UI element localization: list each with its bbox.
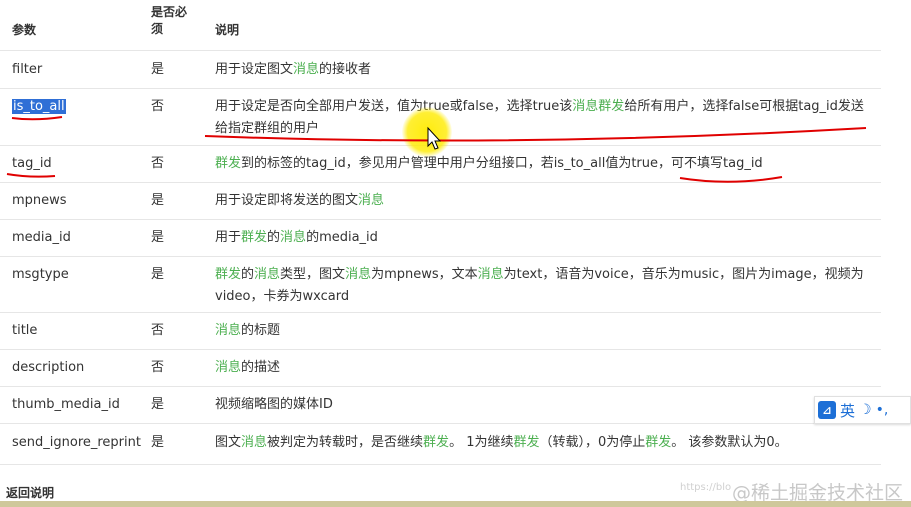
moon-icon[interactable]: ☽ xyxy=(859,402,872,418)
header-param: 参数 xyxy=(12,23,37,37)
desc-text: 用于设定是否向全部用户发送，值为true或false，选择true该 xyxy=(215,99,573,114)
punctuation-icon[interactable]: •, xyxy=(876,402,889,418)
keyword-highlight: 群发 xyxy=(645,435,672,450)
desc-text: 。 该参数默认为0。 xyxy=(671,435,788,450)
table-row: thumb_media_id 是 视频缩略图的媒体ID xyxy=(0,387,881,424)
required-flag: 是 xyxy=(151,435,165,450)
table-row: msgtype 是 群发的消息类型，图文消息为mpnews，文本消息为text，语音… xyxy=(0,257,881,313)
param-description: 视频缩略图的媒体ID xyxy=(215,394,870,416)
required-flag: 否 xyxy=(151,323,165,338)
header-desc: 说明 xyxy=(215,23,240,37)
required-flag: 是 xyxy=(151,62,165,77)
param-description: 消息的描述 xyxy=(215,357,870,379)
bottom-divider xyxy=(0,501,911,507)
keyword-highlight: 消息 xyxy=(358,193,385,208)
required-flag: 否 xyxy=(151,360,165,375)
required-flag: 是 xyxy=(151,193,165,208)
keyword-highlight: 消息群发 xyxy=(572,99,625,114)
param-name: title xyxy=(12,323,38,338)
required-flag: 是 xyxy=(151,230,165,245)
required-flag: 否 xyxy=(151,156,165,171)
param-name: send_ignore_reprint xyxy=(12,435,141,450)
table-header: 参数 是否必 须 说明 xyxy=(0,0,881,51)
ime-toolbar[interactable]: ⊿ 英 ☽ •, xyxy=(814,396,911,424)
required-flag: 是 xyxy=(151,397,165,412)
keyword-highlight: 消息 xyxy=(215,360,242,375)
ime-logo-icon: ⊿ xyxy=(818,401,836,419)
keyword-highlight: 群发 xyxy=(241,230,268,245)
param-name: is_to_all xyxy=(12,99,66,114)
desc-text: 的标题 xyxy=(241,323,281,338)
param-description: 用于群发的消息的media_id xyxy=(215,227,870,249)
param-description: 群发的消息类型，图文消息为mpnews，文本消息为text，语音为voice，音… xyxy=(215,264,870,308)
desc-text: 的接收者 xyxy=(319,62,372,77)
desc-text: 为mpnews，文本 xyxy=(371,267,478,282)
param-description: 用于设定图文消息的接收者 xyxy=(215,59,870,81)
table-row: media_id 是 用于群发的消息的media_id xyxy=(0,220,881,257)
desc-text: 的描述 xyxy=(241,360,281,375)
keyword-highlight: 群发 xyxy=(215,156,242,171)
table-row: filter 是 用于设定图文消息的接收者 xyxy=(0,51,881,89)
param-name: mpnews xyxy=(12,193,67,208)
keyword-highlight: 消息 xyxy=(293,62,320,77)
required-flag: 是 xyxy=(151,267,165,282)
header-required: 是否必 须 xyxy=(151,5,188,36)
return-section-title: 返回说明 xyxy=(6,486,55,500)
desc-text: （转载），0为停止 xyxy=(539,435,646,450)
desc-text: 类型，图文 xyxy=(280,267,346,282)
keyword-highlight: 消息 xyxy=(477,267,504,282)
desc-text: 视频缩略图的媒体ID xyxy=(215,397,333,412)
keyword-highlight: 消息 xyxy=(215,323,242,338)
keyword-highlight: 群发 xyxy=(423,435,450,450)
desc-text: 的 xyxy=(267,230,281,245)
cursor-highlight xyxy=(402,107,452,157)
table-row: description 否 消息的描述 xyxy=(0,350,881,387)
keyword-highlight: 群发 xyxy=(513,435,540,450)
keyword-highlight: 消息 xyxy=(241,435,268,450)
desc-text: 到的标签的tag_id，参见用户管理中用户分组接口，若is_to_all值为tr… xyxy=(241,156,763,171)
desc-text: 被判定为转载时，是否继续 xyxy=(267,435,424,450)
required-flag: 否 xyxy=(151,99,165,114)
keyword-highlight: 消息 xyxy=(345,267,372,282)
param-description: 消息的标题 xyxy=(215,320,870,342)
table-row: mpnews 是 用于设定即将发送的图文消息 xyxy=(0,183,881,220)
keyword-highlight: 消息 xyxy=(280,230,307,245)
param-name: thumb_media_id xyxy=(12,397,120,412)
keyword-highlight: 群发 xyxy=(215,267,242,282)
param-name: filter xyxy=(12,62,43,77)
param-name: msgtype xyxy=(12,267,69,282)
keyword-highlight: 消息 xyxy=(254,267,281,282)
desc-text: 用于 xyxy=(215,230,242,245)
ime-language[interactable]: 英 xyxy=(840,400,855,421)
desc-text: 的media_id xyxy=(306,230,378,245)
table-row: send_ignore_reprint 是图文消息被判定为转载时，是否继续群发。 … xyxy=(0,424,881,465)
desc-text: 用于设定即将发送的图文 xyxy=(215,193,359,208)
param-name: description xyxy=(12,360,85,375)
desc-text: 图文 xyxy=(215,435,242,450)
param-name: tag_id xyxy=(12,156,52,171)
watermark-url: https://blo xyxy=(680,482,732,493)
param-description: 群发到的标签的tag_id，参见用户管理中用户分组接口，若is_to_all值为… xyxy=(215,153,870,175)
param-name: media_id xyxy=(12,230,71,245)
table-row: title 否 消息的标题 xyxy=(0,313,881,350)
desc-text: 。 1为继续 xyxy=(449,435,514,450)
param-description: 图文消息被判定为转载时，是否继续群发。 1为继续群发（转载），0为停止群发。 该… xyxy=(215,432,870,454)
param-description: 用于设定即将发送的图文消息 xyxy=(215,190,870,212)
desc-text: 的 xyxy=(241,267,255,282)
param-description: 用于设定是否向全部用户发送，值为true或false，选择true该消息群发给所… xyxy=(215,96,870,140)
desc-text: 用于设定图文 xyxy=(215,62,294,77)
